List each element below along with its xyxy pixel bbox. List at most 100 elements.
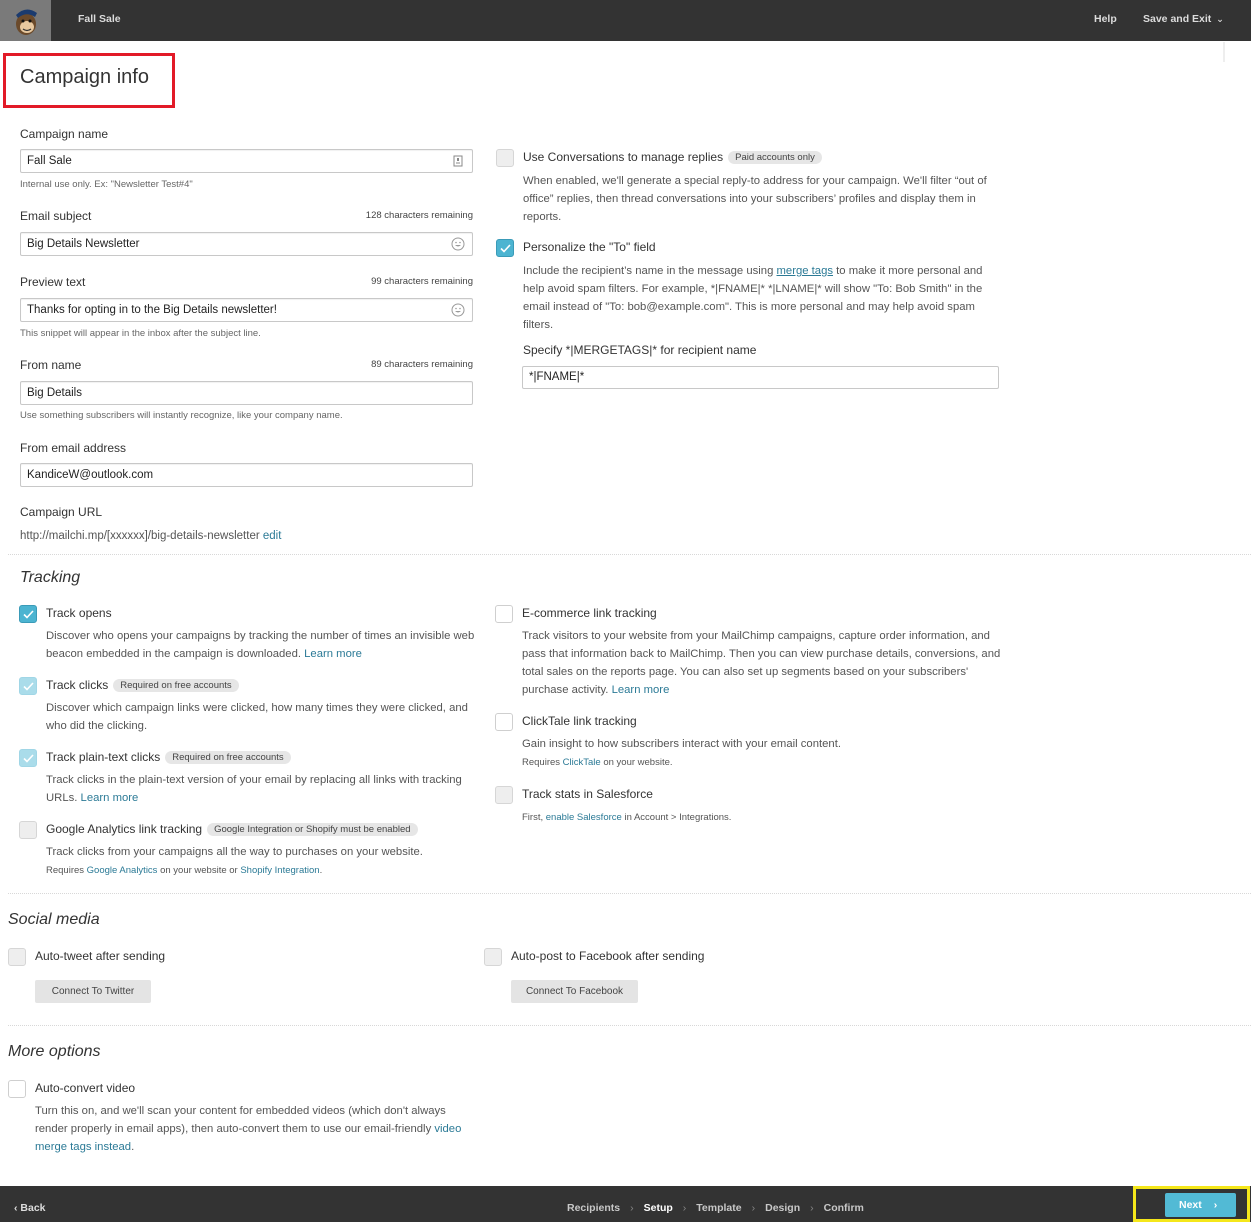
merge-tags-label: Specify *|MERGETAGS|* for recipient name [523, 343, 757, 357]
auto-tweet-checkbox[interactable] [8, 948, 26, 966]
conversations-desc: When enabled, we'll generate a special r… [523, 175, 987, 223]
video-desc-end: . [131, 1141, 135, 1153]
auto-post-facebook-checkbox[interactable] [484, 948, 502, 966]
from-name-count: 89 characters remaining [371, 359, 473, 370]
step-template[interactable]: Template [696, 1202, 741, 1214]
page-title: Campaign info [20, 66, 149, 88]
check-icon [23, 682, 34, 691]
from-name-input[interactable]: Big Details [20, 381, 473, 405]
clicktale-link[interactable]: ClickTale [563, 757, 601, 768]
auto-convert-video-checkbox[interactable] [8, 1080, 26, 1098]
ecommerce-desc-text: Track visitors to your website from your… [522, 630, 1001, 696]
track-plain-learn-more[interactable]: Learn more [81, 792, 139, 804]
req-text: Requires [46, 865, 87, 876]
conversations-title: Use Conversations to manage replies [523, 150, 724, 164]
track-clicks-title: Track clicks [46, 678, 109, 692]
shopify-integration-link[interactable]: Shopify Integration [240, 865, 319, 876]
google-analytics-title: Google Analytics link tracking [46, 822, 203, 836]
chevron-right-icon: › [1213, 1199, 1218, 1211]
video-desc-text: Turn this on, and we'll scan your conten… [35, 1105, 446, 1135]
salesforce-checkbox[interactable] [495, 786, 513, 804]
chevron-right-icon: › [810, 1202, 814, 1214]
chevron-down-icon: ⌄ [1216, 14, 1224, 24]
email-subject-input[interactable]: Big Details Newsletter [20, 232, 473, 256]
track-plain-checkbox[interactable] [19, 749, 37, 767]
scrollbar[interactable] [1223, 42, 1225, 62]
step-setup[interactable]: Setup [644, 1202, 673, 1214]
campaign-url-edit-link[interactable]: edit [263, 530, 282, 542]
campaign-url-value: http://mailchi.mp/[xxxxxx]/big-details-n… [20, 530, 260, 542]
merge-tags-input[interactable]: *|FNAME|* [522, 366, 999, 389]
emoji-icon[interactable] [451, 237, 465, 251]
preview-text-value: Thanks for opting in to the Big Details … [27, 304, 277, 316]
auto-post-facebook-title: Auto-post to Facebook after sending [511, 949, 705, 963]
merge-tags-link[interactable]: merge tags [777, 265, 834, 277]
from-email-input[interactable]: KandiceW@outlook.com [20, 463, 473, 487]
track-opens-learn-more[interactable]: Learn more [304, 648, 362, 660]
campaign-url: http://mailchi.mp/[xxxxxx]/big-details-n… [20, 530, 281, 542]
track-plain-title: Track plain-text clicks [46, 750, 161, 764]
campaign-name-input[interactable]: Fall Sale [20, 149, 473, 173]
help-link[interactable]: Help [1094, 13, 1117, 25]
req-text: . [319, 865, 323, 876]
personalize-to-checkbox[interactable] [496, 239, 514, 257]
campaign-url-label: Campaign URL [20, 505, 103, 519]
from-email-label: From email address [20, 441, 127, 455]
required-badge: Required on free accounts [113, 679, 239, 692]
check-icon [23, 610, 34, 619]
campaign-name-value: Fall Sale [27, 155, 72, 167]
back-button[interactable]: ‹ Back [14, 1202, 46, 1214]
email-subject-label: Email subject [20, 209, 92, 223]
connect-twitter-button[interactable]: Connect To Twitter [35, 980, 151, 1003]
section-divider [8, 554, 1251, 555]
chevron-right-icon: › [682, 1202, 687, 1214]
required-badge: Required on free accounts [165, 751, 291, 764]
chevron-right-icon: › [630, 1202, 634, 1214]
contact-card-icon[interactable] [451, 154, 465, 168]
step-recipients[interactable]: Recipients [567, 1202, 620, 1214]
google-analytics-link[interactable]: Google Analytics [87, 865, 158, 876]
track-clicks-desc: Discover which campaign links were click… [46, 702, 468, 732]
email-subject-count: 128 characters remaining [365, 210, 473, 221]
conversations-checkbox[interactable] [496, 149, 514, 167]
preview-text-input[interactable]: Thanks for opting in to the Big Details … [20, 298, 473, 322]
track-plain-desc: Track clicks in the plain-text version o… [46, 771, 466, 807]
ecommerce-checkbox[interactable] [495, 605, 513, 623]
chimp-icon [15, 8, 37, 35]
track-clicks-option: Track clicks Required on free accounts [46, 678, 239, 692]
check-icon [500, 244, 511, 253]
wizard-steps: Recipients › Setup › Template › Design › Confirm [567, 1202, 864, 1214]
step-design[interactable]: Design [765, 1202, 800, 1214]
track-opens-desc-text: Discover who opens your campaigns by tra… [46, 630, 475, 660]
chevron-left-icon: ‹ [14, 1202, 18, 1214]
salesforce-requirement: First, enable Salesforce in Account > In… [522, 812, 731, 823]
ecommerce-learn-more[interactable]: Learn more [612, 684, 670, 696]
google-analytics-checkbox[interactable] [19, 821, 37, 839]
salesforce-title: Track stats in Salesforce [522, 787, 653, 801]
track-clicks-checkbox[interactable] [19, 677, 37, 695]
ecommerce-title: E-commerce link tracking [522, 606, 657, 620]
track-opens-checkbox[interactable] [19, 605, 37, 623]
email-subject-value: Big Details Newsletter [27, 238, 140, 250]
from-name-hint: Use something subscribers will instantly… [20, 410, 343, 421]
auto-convert-video-title: Auto-convert video [35, 1081, 136, 1095]
emoji-icon[interactable] [451, 303, 465, 317]
clicktale-desc: Gain insight to how subscribers interact… [522, 738, 841, 750]
connect-facebook-button[interactable]: Connect To Facebook [511, 980, 638, 1003]
from-name-label: From name [20, 358, 82, 372]
track-opens-title: Track opens [46, 606, 112, 620]
integration-badge: Google Integration or Shopify must be en… [207, 823, 418, 836]
enable-salesforce-link[interactable]: enable Salesforce [546, 812, 622, 823]
google-analytics-option: Google Analytics link tracking Google Int… [46, 822, 418, 836]
step-confirm[interactable]: Confirm [824, 1202, 864, 1214]
ecommerce-desc: Track visitors to your website from your… [522, 627, 1002, 699]
top-bar: Fall Sale Help Save and Exit ⌄ [0, 0, 1251, 41]
mailchimp-logo[interactable] [0, 0, 51, 41]
clicktale-checkbox[interactable] [495, 713, 513, 731]
next-label: Next [1179, 1199, 1202, 1211]
save-and-exit-menu[interactable]: Save and Exit ⌄ [1143, 13, 1224, 25]
next-button[interactable]: Next › [1165, 1193, 1236, 1217]
req-text: on your website or [157, 865, 241, 876]
personalize-to-desc: Include the recipient’s name in the mess… [523, 262, 993, 334]
campaign-name-label: Campaign name [20, 127, 109, 141]
